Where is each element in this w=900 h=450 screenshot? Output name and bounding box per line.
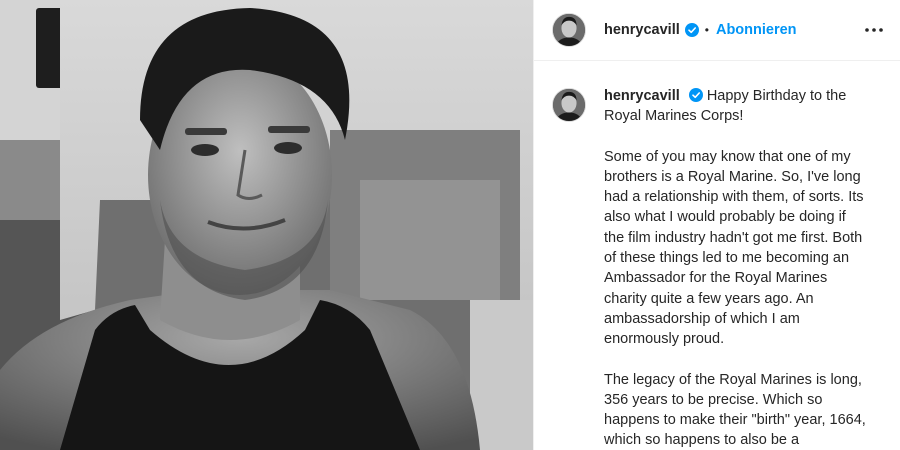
follow-button[interactable]: Abonnieren bbox=[716, 22, 797, 38]
caption-paragraph: The legacy of the Royal Marines is long,… bbox=[604, 371, 866, 449]
avatar[interactable] bbox=[552, 13, 586, 47]
separator-dot: • bbox=[704, 23, 709, 37]
avatar-image bbox=[553, 89, 585, 121]
caption-text: henrycavill Happy Birthday to the Royal … bbox=[604, 86, 866, 450]
verified-badge-icon bbox=[684, 23, 699, 37]
avatar-image bbox=[553, 14, 585, 46]
author-username[interactable]: henrycavill bbox=[604, 22, 680, 38]
more-options-button[interactable] bbox=[862, 18, 886, 42]
caption-author-username[interactable]: henrycavill bbox=[604, 88, 680, 104]
post-image bbox=[0, 0, 533, 450]
post-photo[interactable] bbox=[0, 0, 533, 450]
caption-avatar[interactable] bbox=[552, 88, 586, 122]
post-side-panel: henrycavill • Abonnieren henrycavill Hap… bbox=[533, 0, 900, 450]
post-header: henrycavill • Abonnieren bbox=[534, 0, 900, 61]
caption-paragraph: Some of you may know that one of my brot… bbox=[604, 148, 864, 348]
verified-badge-icon bbox=[688, 88, 703, 102]
caption-section: henrycavill Happy Birthday to the Royal … bbox=[534, 61, 900, 450]
caption-first-paragraph: henrycavill Happy Birthday to the Royal … bbox=[604, 86, 866, 127]
more-horizontal-icon bbox=[865, 28, 883, 32]
